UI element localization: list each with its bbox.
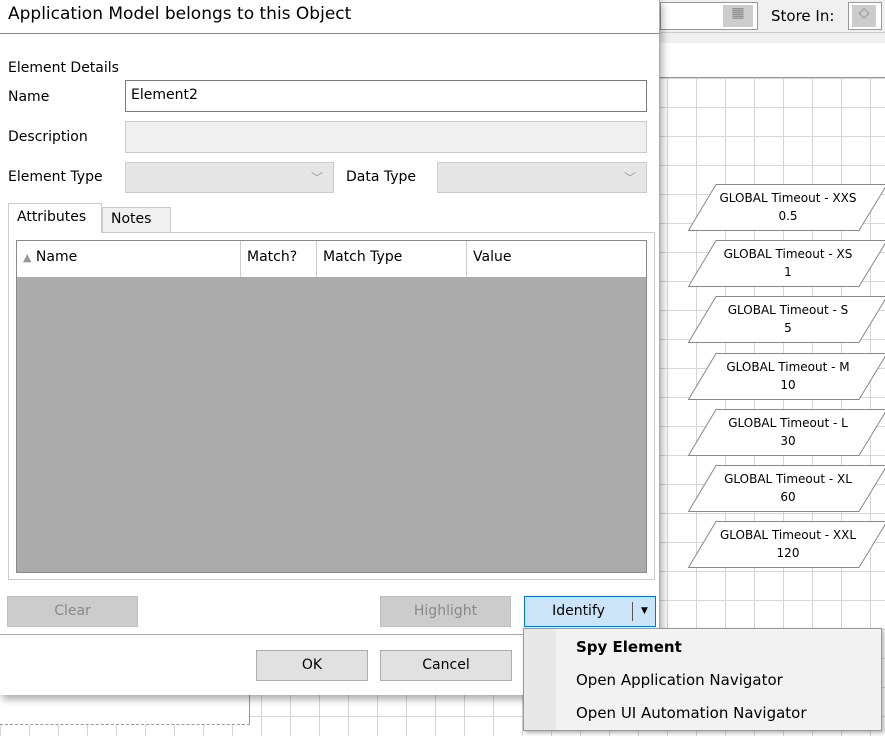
grid-header: ▲ Name Match? Match Type Value [17, 241, 646, 277]
element-type-select[interactable]: ﹀ [125, 162, 334, 193]
highlight-button[interactable]: Highlight [380, 596, 511, 627]
stage-name: GLOBAL Timeout - XXS [719, 191, 857, 205]
data-stage[interactable]: GLOBAL Timeout - XL 60 [688, 465, 885, 512]
background-panel [0, 695, 250, 725]
stage-name: GLOBAL Timeout - M [726, 359, 850, 374]
name-input[interactable]: Element2 [125, 80, 647, 112]
stage-value: 60 [780, 490, 796, 504]
menu-item-spy-element[interactable]: Spy Element [576, 638, 682, 656]
menu-gutter [524, 629, 556, 730]
stage-value: 10 [780, 377, 796, 392]
canvas-header [660, 33, 885, 78]
description-label: Description [8, 129, 88, 145]
menu-item-open-ui-automation-navigator[interactable]: Open UI Automation Navigator [576, 704, 807, 722]
stage-value: 0.5 [778, 209, 798, 223]
data-stage[interactable]: GLOBAL Timeout - XXS 0.5 [688, 184, 885, 231]
stage-name: GLOBAL Timeout - XXL [719, 528, 857, 543]
column-header-match[interactable]: Match? [241, 241, 317, 277]
identify-dropdown-menu: Spy Element Open Application Navigator O… [523, 628, 882, 731]
stage-value: 5 [784, 321, 792, 336]
cancel-button[interactable]: Cancel [380, 650, 512, 681]
data-type-select[interactable]: ﹀ [437, 162, 647, 193]
dialog-title: Application Model belongs to this Object [8, 4, 352, 24]
toolbar-field[interactable]: ▦ [660, 2, 758, 30]
clear-button[interactable]: Clear [7, 596, 138, 627]
toolbar: ▦ Store In: ◇ [660, 0, 885, 33]
chevron-down-icon: ﹀ [310, 171, 323, 185]
column-header-name[interactable]: ▲ Name [17, 241, 241, 277]
element-details-heading: Element Details [8, 60, 119, 76]
eraser-icon: ◇ [852, 5, 876, 27]
application-model-dialog: Application Model belongs to this Object… [0, 0, 660, 695]
calculator-icon[interactable]: ▦ [723, 5, 753, 27]
name-label: Name [8, 89, 50, 105]
data-stage[interactable]: GLOBAL Timeout - XXL 120 [688, 521, 885, 569]
data-stage[interactable]: GLOBAL Timeout - M 10 [688, 352, 885, 400]
data-type-label: Data Type [346, 169, 417, 185]
menu-item-open-application-navigator[interactable]: Open Application Navigator [576, 671, 783, 689]
stage-name: GLOBAL Timeout - XL [724, 472, 852, 486]
tab-attributes[interactable]: Attributes [8, 203, 102, 233]
ok-button[interactable]: OK [256, 650, 368, 681]
column-header-match-type[interactable]: Match Type [317, 241, 467, 277]
data-stage[interactable]: GLOBAL Timeout - L 30 [688, 408, 885, 456]
description-input[interactable] [125, 121, 647, 153]
data-stage[interactable]: GLOBAL Timeout - XS 1 [688, 240, 885, 288]
stage-value: 120 [776, 546, 800, 561]
attributes-grid[interactable]: ▲ Name Match? Match Type Value [16, 240, 647, 573]
stage-name: GLOBAL Timeout - L [728, 415, 848, 430]
divider [0, 33, 660, 34]
stage-name: GLOBAL Timeout - S [727, 303, 849, 318]
stage-value: 30 [780, 433, 796, 448]
dropdown-arrow-icon[interactable]: ▼ [633, 597, 656, 626]
data-stage[interactable]: GLOBAL Timeout - S 5 [688, 296, 885, 344]
tab-notes[interactable]: Notes [102, 207, 171, 232]
element-type-label: Element Type [8, 169, 103, 185]
chevron-down-icon: ﹀ [623, 171, 636, 185]
identify-button[interactable]: Identify [525, 597, 632, 626]
column-label: Name [35, 249, 78, 265]
identify-split-button[interactable]: Identify ▼ [524, 596, 656, 627]
stage-name: GLOBAL Timeout - XS [723, 247, 853, 262]
column-header-value[interactable]: Value [467, 241, 646, 277]
store-in-selector[interactable]: ◇ [848, 2, 882, 30]
stage-value: 1 [784, 265, 792, 280]
sort-ascending-icon: ▲ [23, 251, 32, 264]
store-in-label: Store In: [771, 7, 835, 25]
